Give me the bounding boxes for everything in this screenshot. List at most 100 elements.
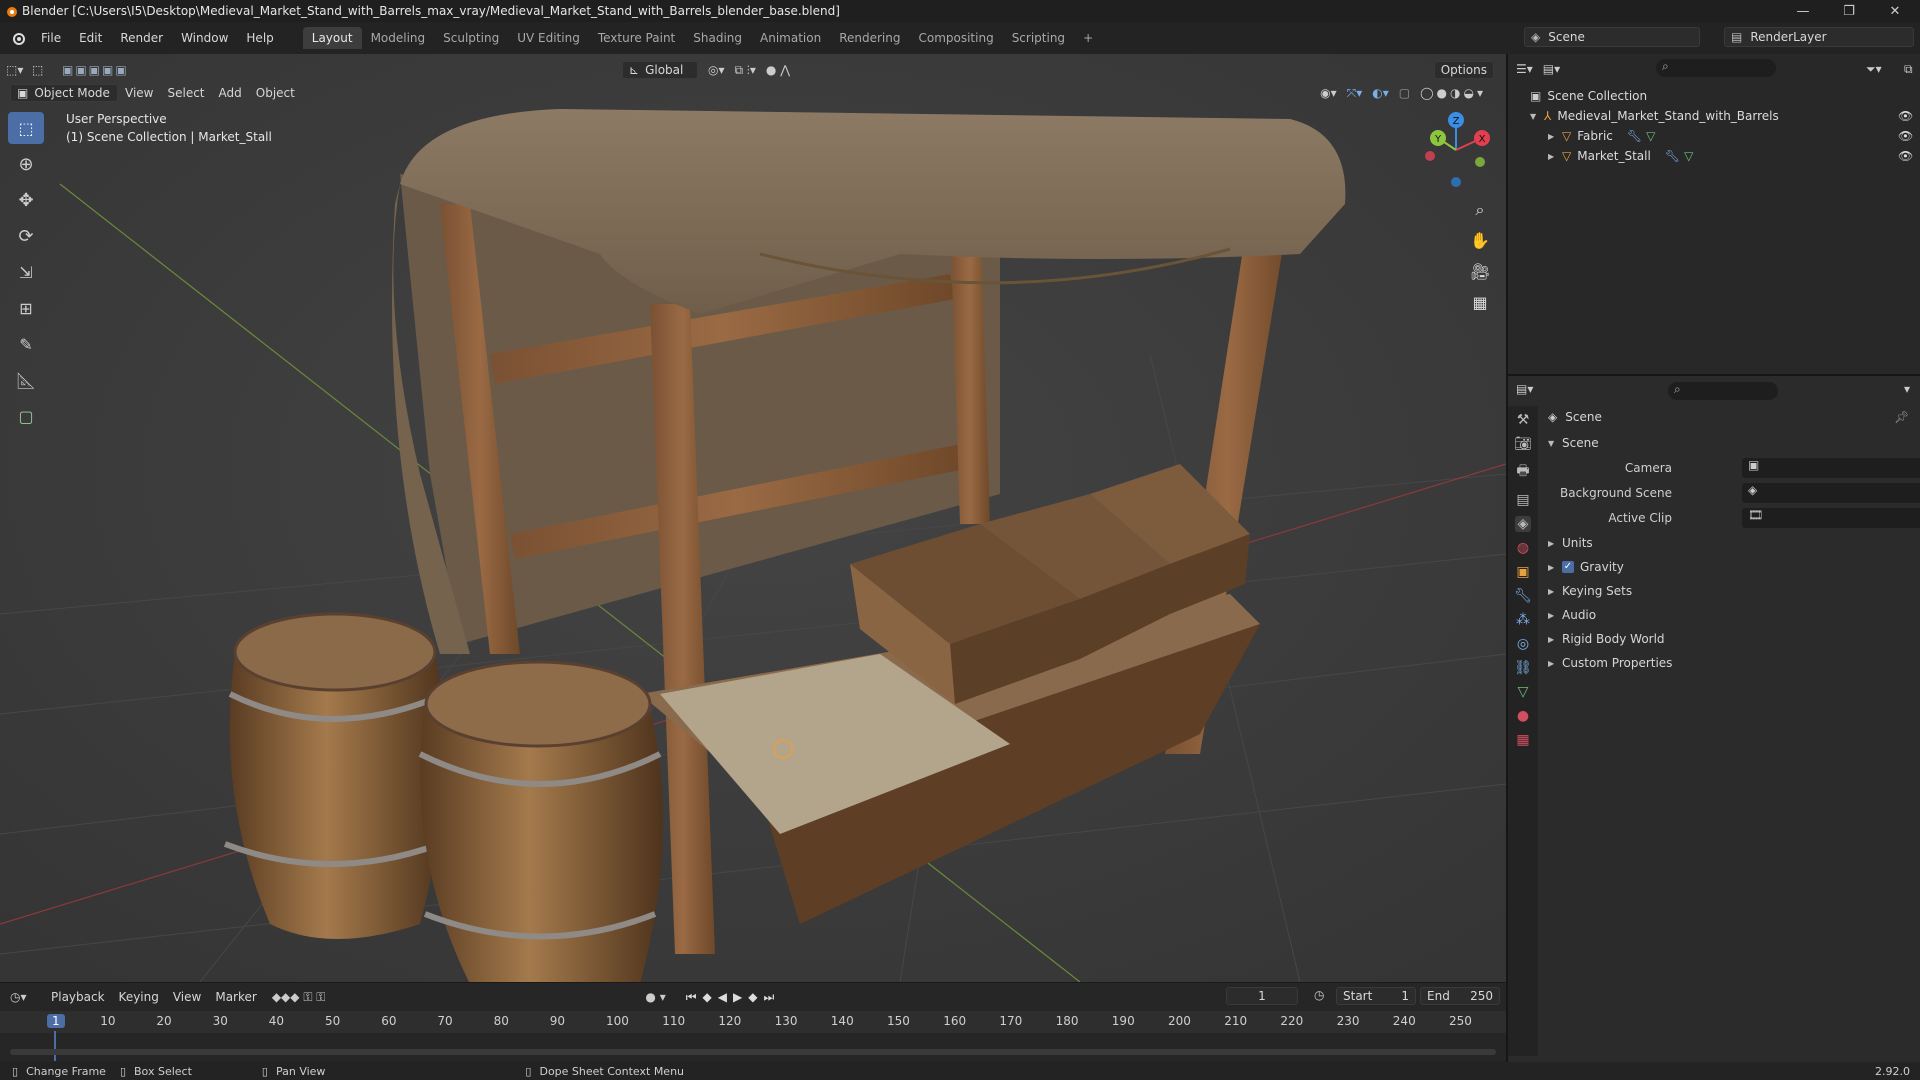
output-tab-icon[interactable]: 🖶︎ (1516, 460, 1529, 484)
zoom-icon[interactable]: ⌕ (1466, 194, 1494, 225)
properties-editor[interactable]: ▤▾ ⌕ ▾ ⚒ 📷︎ 🖶︎ ▤ ◈ ◍ ▣ 🔧︎ ⁂ ◎ ⛓︎ ▽ ● ▦ ◈… (1506, 374, 1920, 1062)
scale-tool[interactable]: ⇲ (8, 256, 44, 288)
audio-panel-header[interactable]: ▶ Audio (1548, 604, 1918, 626)
tab-scripting[interactable]: Scripting (1003, 27, 1074, 49)
physics-tab-icon[interactable]: ◎ (1517, 636, 1529, 652)
keying-sets-panel-header[interactable]: ▶ Keying Sets (1548, 580, 1918, 602)
frame-ruler[interactable]: 1 10 20 30 40 50 60 70 80 90 100 110 120 130 140 150 160… (0, 1011, 1506, 1061)
ortho-grid-icon[interactable]: ▦ (1466, 287, 1494, 318)
viewport-menu-select[interactable]: Select (160, 84, 211, 102)
menu-file[interactable]: File (32, 31, 70, 45)
move-tool[interactable]: ✥ (8, 184, 44, 216)
data-tab-icon[interactable]: ▽ (1518, 684, 1529, 700)
add-workspace-icon[interactable]: + (1074, 27, 1102, 49)
scene-tab-icon[interactable]: ◈ (1514, 516, 1532, 532)
pivot-icon[interactable]: ◎▾ (708, 63, 725, 77)
view-layer-tab-icon[interactable]: ▤ (1516, 492, 1529, 508)
timeline-editor[interactable]: ◷▾ Playback Keying View Marker ◆◆◆ ⚿ ⚿ ●… (0, 982, 1506, 1062)
filter-icon[interactable]: ⏷▾ (1866, 62, 1882, 77)
scene-selector[interactable]: ◈ Scene (1524, 27, 1700, 47)
viewport-menu-add[interactable]: Add (212, 84, 249, 102)
annotate-tool[interactable]: ✎ (8, 328, 44, 360)
tab-texture-paint[interactable]: Texture Paint (589, 27, 684, 49)
properties-search-input[interactable]: ⌕ (1668, 382, 1778, 400)
tab-animation[interactable]: Animation (751, 27, 830, 49)
tool-tab-icon[interactable]: ⚒ (1517, 412, 1530, 428)
eye-icon[interactable]: 👁︎ (1898, 149, 1913, 163)
display-mode-icon[interactable]: ▤▾ (1543, 62, 1560, 76)
timeline-menu-keying[interactable]: Keying (112, 988, 166, 1006)
keyframe-icons[interactable]: ◆◆◆ ⚿ ⚿ (272, 990, 326, 1005)
proportional-edit-icon[interactable]: ● ⋀ (766, 63, 790, 77)
modifier-tab-icon[interactable]: 🔧︎ (1514, 588, 1532, 604)
start-frame-field[interactable]: Start 1 (1336, 987, 1416, 1005)
modifier-wrench-icon[interactable]: 🔧︎ (1627, 129, 1642, 143)
selection-mode-icons[interactable]: ▣▣▣▣▣ (62, 63, 162, 77)
material-tab-icon[interactable]: ● (1517, 708, 1529, 724)
menu-window[interactable]: Window (172, 31, 237, 45)
outliner-item-market-stall[interactable]: ▶ ▽ Market_Stall 🔧︎ ▽ 👁︎ (1508, 146, 1918, 166)
pan-hand-icon[interactable]: ✋ (1466, 225, 1494, 256)
timeline-editor-icon[interactable]: ◷▾ (10, 990, 44, 1004)
timeline-menu-marker[interactable]: Marker (208, 988, 263, 1006)
options-dropdown[interactable]: Options (1433, 61, 1494, 79)
tab-rendering[interactable]: Rendering (830, 27, 909, 49)
tab-compositing[interactable]: Compositing (909, 27, 1002, 49)
measure-tool[interactable]: 📐︎ (8, 364, 44, 396)
current-frame-field[interactable]: 1 (1226, 987, 1298, 1005)
camera-view-icon[interactable]: 🎥︎ (1466, 256, 1494, 287)
viewport-menu-object[interactable]: Object (249, 84, 302, 102)
minimize-icon[interactable]: — (1780, 0, 1826, 22)
close-icon[interactable]: ✕ (1872, 0, 1918, 22)
cursor-tool[interactable]: ⊕ (8, 148, 44, 180)
expand-down-icon[interactable]: ▼ (1530, 112, 1544, 121)
gravity-checkbox[interactable]: ✓ (1562, 561, 1574, 573)
shading-modes-icon[interactable]: ◯●◑◒▾ (1420, 86, 1486, 100)
select-box-tool[interactable]: ⬚ (8, 112, 44, 144)
maximize-icon[interactable]: ❐ (1826, 0, 1872, 22)
transform-orientation[interactable]: ⊾ Global (622, 61, 698, 79)
rigid-body-world-panel-header[interactable]: ▶ Rigid Body World (1548, 628, 1918, 650)
timeline-menu-playback[interactable]: Playback (44, 988, 112, 1006)
tab-sculpting[interactable]: Sculpting (434, 27, 508, 49)
properties-editor-icon[interactable]: ▤▾ (1516, 382, 1533, 396)
playhead-line[interactable] (54, 1031, 56, 1061)
world-tab-icon[interactable]: ◍ (1517, 540, 1529, 556)
end-frame-field[interactable]: End 250 (1420, 987, 1500, 1005)
modifier-wrench-icon[interactable]: 🔧︎ (1665, 149, 1680, 163)
3d-viewport[interactable]: ⬚▾ ⬚ ▣▣▣▣▣ ⊾ Global ◎▾ ⧉ ⫶▾ ● ⋀ Options … (0, 54, 1506, 982)
custom-properties-panel-header[interactable]: ▶ Custom Properties (1548, 652, 1918, 674)
record-icon[interactable]: ● ▾ (645, 990, 665, 1004)
background-scene-field[interactable]: ◈ (1742, 483, 1920, 503)
playhead-frame-label[interactable]: 1 (47, 1014, 65, 1028)
view-layer-selector[interactable]: ▤ RenderLayer (1724, 27, 1914, 47)
gizmo-toggle-icon[interactable]: ⤧▾ (1347, 86, 1363, 101)
outliner-search-input[interactable]: ⌕ (1656, 59, 1776, 77)
outliner-scene-collection[interactable]: ▣ Scene Collection (1508, 86, 1918, 106)
preview-range-icon[interactable]: ◷ (1314, 988, 1324, 1002)
select-tool-icon[interactable]: ⬚ (32, 63, 62, 77)
eye-icon[interactable]: 👁︎ (1898, 129, 1913, 143)
menu-help[interactable]: Help (237, 31, 282, 45)
blender-menu-icon[interactable] (10, 30, 26, 46)
new-collection-icon[interactable]: ⧉ (1904, 62, 1913, 77)
menu-render[interactable]: Render (111, 31, 172, 45)
outliner[interactable]: ☰▾ ▤▾ ⌕ ⏷▾ ⧉ ▣ Scene Collection ▼ ⅄ Medi… (1506, 54, 1920, 374)
active-clip-field[interactable]: 🎞︎ (1742, 508, 1920, 528)
menu-edit[interactable]: Edit (70, 31, 111, 45)
tab-layout[interactable]: Layout (302, 27, 362, 49)
xray-icon[interactable]: ▢ (1399, 86, 1410, 100)
object-tab-icon[interactable]: ▣ (1516, 564, 1529, 580)
overlay-toggle-icon[interactable]: ◐▾ (1372, 86, 1389, 100)
playback-controls-icon[interactable]: ⏮◆◀▶◆⏭ (686, 990, 781, 1005)
transform-tool[interactable]: ⊞ (8, 292, 44, 324)
camera-field[interactable]: ▣ ✎ (1742, 458, 1920, 478)
outliner-item-fabric[interactable]: ▶ ▽ Fabric 🔧︎ ▽ 👁︎ (1508, 126, 1918, 146)
constraints-tab-icon[interactable]: ⛓︎ (1514, 660, 1532, 676)
snap-icon[interactable]: ⧉ ⫶▾ (735, 63, 756, 78)
eye-icon[interactable]: 👁︎ (1898, 109, 1913, 123)
tab-shading[interactable]: Shading (684, 27, 751, 49)
navigation-gizmo[interactable]: Z X Y (1416, 110, 1496, 190)
pin-icon[interactable]: 📌︎ (1894, 410, 1909, 424)
gravity-panel-header[interactable]: ▶ ✓ Gravity (1548, 556, 1918, 578)
